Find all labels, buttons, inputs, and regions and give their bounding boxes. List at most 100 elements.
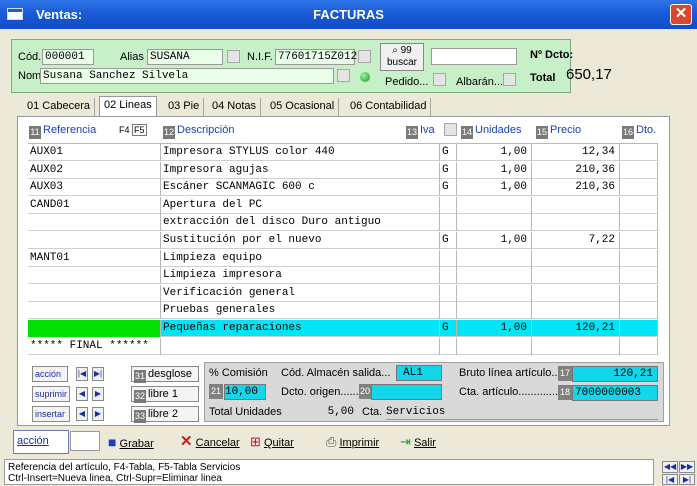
table-row[interactable]: ***** FINAL ******	[28, 337, 658, 355]
cell-desc[interactable]: Verificación general	[161, 284, 440, 302]
tab-cabecera[interactable]: 01 Cabecera	[23, 98, 95, 116]
quitar-button[interactable]: ⊞ Quitar	[250, 430, 294, 454]
cell-ref[interactable]: MANT01	[28, 249, 161, 267]
cell-iva[interactable]	[440, 337, 457, 355]
close-button[interactable]: ✕	[670, 4, 692, 25]
cell-dto[interactable]	[620, 249, 658, 267]
cell-dto[interactable]	[620, 196, 658, 214]
cell-ref[interactable]: AUX01	[28, 144, 161, 161]
cell-uni[interactable]: 1,00	[457, 144, 532, 161]
cell-uni[interactable]: 1,00	[457, 320, 532, 337]
cell-desc[interactable]: Pruebas generales	[161, 302, 440, 320]
buscar-button[interactable]: ⌕ 99 buscar	[380, 43, 424, 71]
cell-ref[interactable]: CAND01	[28, 196, 161, 214]
cell-desc[interactable]: Pequeñas reparaciones	[161, 320, 440, 337]
libre1-button[interactable]: 32 libre 1	[131, 386, 199, 403]
cell-dto[interactable]	[620, 232, 658, 249]
cell-ref[interactable]	[28, 284, 161, 302]
cell-precio[interactable]	[532, 284, 620, 302]
cell-ref[interactable]	[28, 267, 161, 285]
forward-icon[interactable]: ▶	[92, 407, 104, 421]
cell-uni[interactable]	[457, 249, 532, 267]
cell-ref[interactable]	[28, 302, 161, 320]
table-row[interactable]: MANT01 Limpieza equipo	[28, 249, 658, 267]
header-precio[interactable]: 15 Precio	[536, 122, 581, 139]
table-row[interactable]: Sustitución por el nuevo G 1,00 7,22	[28, 232, 658, 249]
imprimir-button[interactable]: ⎙ Imprimir	[326, 430, 379, 454]
status-prev-icon[interactable]: |◀	[662, 474, 678, 485]
insertar-button[interactable]: insertar	[32, 406, 70, 422]
cancelar-button[interactable]: ✕ Cancelar	[180, 430, 240, 454]
cell-ref[interactable]: AUX03	[28, 179, 161, 197]
tab-lineas[interactable]: 02 Lineas	[99, 96, 157, 116]
libre2-button[interactable]: 33 libre 2	[131, 406, 199, 423]
cell-dto[interactable]	[620, 337, 658, 355]
table-row[interactable]: AUX02 Impresora agujas G 1,00 210,36	[28, 161, 658, 179]
status-next-icon[interactable]: ▶|	[679, 474, 695, 485]
cell-precio[interactable]	[532, 196, 620, 214]
cell-iva[interactable]: G	[440, 320, 457, 337]
cell-uni[interactable]	[457, 267, 532, 285]
cell-desc[interactable]	[161, 337, 440, 355]
cell-uni[interactable]: 1,00	[457, 161, 532, 179]
table-row[interactable]: AUX01 Impresora STYLUS color 440 G 1,00 12,3…	[28, 144, 658, 161]
cell-iva[interactable]	[440, 249, 457, 267]
header-iva[interactable]: 13 Iva	[406, 122, 435, 139]
cell-uni[interactable]	[457, 302, 532, 320]
cell-ref[interactable]: AUX02	[28, 161, 161, 179]
nom-lookup[interactable]	[337, 69, 350, 82]
iva-toggle[interactable]	[444, 123, 457, 136]
suprimir-button[interactable]: suprimir	[32, 386, 70, 402]
bruto-field[interactable]: 120,21	[572, 366, 658, 382]
cell-dto[interactable]	[620, 179, 658, 197]
comision-field[interactable]: 10,00	[224, 384, 266, 400]
accion-button[interactable]: acción	[13, 430, 69, 454]
cell-desc[interactable]: Impresora STYLUS color 440	[161, 144, 440, 161]
table-row[interactable]: AUX03 Escáner SCANMAGIC 600 c G 1,00 210,36	[28, 179, 658, 197]
accion-menu-button[interactable]: acción	[32, 366, 68, 382]
cell-desc[interactable]: Sustitución por el nuevo	[161, 232, 440, 249]
cell-iva[interactable]: G	[440, 179, 457, 197]
cell-dto[interactable]	[620, 284, 658, 302]
next-record-icon[interactable]: ▶	[92, 387, 104, 401]
table-row-selected[interactable]: Pequeñas reparaciones G 1,00 120,21	[28, 320, 658, 337]
cell-precio[interactable]	[532, 267, 620, 285]
search-input[interactable]	[431, 48, 517, 65]
cell-iva[interactable]	[440, 267, 457, 285]
desglose-button[interactable]: 31 desglose	[131, 366, 199, 383]
salir-button[interactable]: ⇥ Salir	[400, 430, 436, 454]
cell-precio[interactable]	[532, 337, 620, 355]
cell-precio[interactable]: 210,36	[532, 179, 620, 197]
f5-button[interactable]: F5	[132, 124, 147, 136]
cell-desc[interactable]: Escáner SCANMAGIC 600 c	[161, 179, 440, 197]
albaran-button[interactable]	[503, 73, 516, 86]
alias-field[interactable]: SUSANA	[147, 49, 223, 65]
cell-precio[interactable]: 120,21	[532, 320, 620, 337]
nom-field[interactable]: Susana Sanchez Silvela	[40, 68, 334, 84]
cta-articulo-field[interactable]: 7000000003	[572, 385, 658, 401]
header-descripcion[interactable]: 12 Descripción	[163, 122, 234, 139]
cell-uni[interactable]	[457, 196, 532, 214]
cell-precio[interactable]: 7,22	[532, 232, 620, 249]
cell-uni[interactable]: 1,00	[457, 179, 532, 197]
f4-f5-buttons[interactable]: F4 F5	[119, 122, 147, 138]
cell-ref[interactable]: ***** FINAL ******	[28, 337, 161, 355]
cell-desc[interactable]: Limpieza impresora	[161, 267, 440, 285]
tab-notas[interactable]: 04 Notas	[208, 98, 262, 116]
table-row[interactable]: Pruebas generales	[28, 302, 658, 320]
cell-dto[interactable]	[620, 161, 658, 179]
cell-uni[interactable]	[457, 337, 532, 355]
almacen-field[interactable]: AL1	[396, 365, 442, 381]
cell-desc[interactable]: Apertura del PC	[161, 196, 440, 214]
origen-field[interactable]	[371, 384, 442, 400]
cell-precio[interactable]	[532, 214, 620, 232]
cell-dto[interactable]	[620, 144, 658, 161]
tab-ocasional[interactable]: 05 Ocasional	[266, 98, 340, 116]
cell-uni[interactable]	[457, 284, 532, 302]
table-row[interactable]: CAND01 Apertura del PC	[28, 196, 658, 214]
nif-field[interactable]: 77601715Z012	[275, 49, 357, 65]
cell-iva[interactable]	[440, 196, 457, 214]
tab-pie[interactable]: 03 Pie	[164, 98, 205, 116]
cell-iva[interactable]: G	[440, 144, 457, 161]
cell-iva[interactable]	[440, 284, 457, 302]
